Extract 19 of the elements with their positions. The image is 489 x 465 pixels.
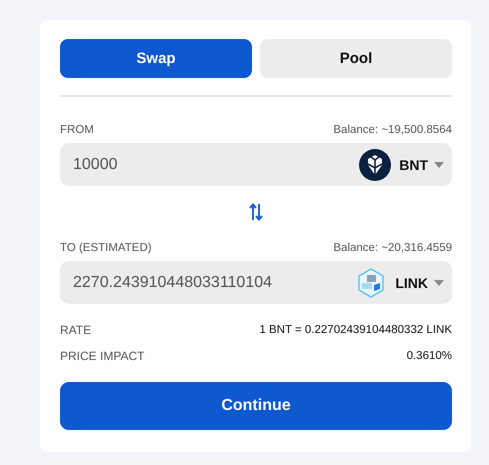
balance-text: Balance: ~19,500.8564 [333, 124, 452, 136]
detail-label: RATE [60, 323, 92, 337]
balance-text: Balance: ~20,316.4559 [333, 242, 452, 254]
tab[interactable]: Swap [60, 39, 252, 78]
amount-field[interactable]: 10000 BNT [60, 143, 452, 186]
caret-icon [434, 280, 444, 286]
field-label: TO (ESTIMATED) [60, 242, 152, 254]
tab[interactable]: Pool [260, 39, 452, 78]
detail-value: 1 BNT = 0.22702439104480332 LINK [259, 324, 452, 336]
field-label: FROM [60, 124, 94, 136]
caret-icon [434, 162, 444, 168]
token-selector[interactable]: LINK [355, 266, 444, 298]
swap-arrows-icon[interactable] [249, 203, 263, 221]
detail-label: PRICE IMPACT [60, 349, 144, 363]
token-selector[interactable]: BNT [359, 148, 444, 180]
amount-field[interactable]: 2270.243910448033110104 LINK [60, 261, 452, 304]
continue-button[interactable]: Continue [60, 382, 452, 430]
token-icon [359, 148, 392, 180]
detail-value: 0.3610% [406, 350, 452, 362]
